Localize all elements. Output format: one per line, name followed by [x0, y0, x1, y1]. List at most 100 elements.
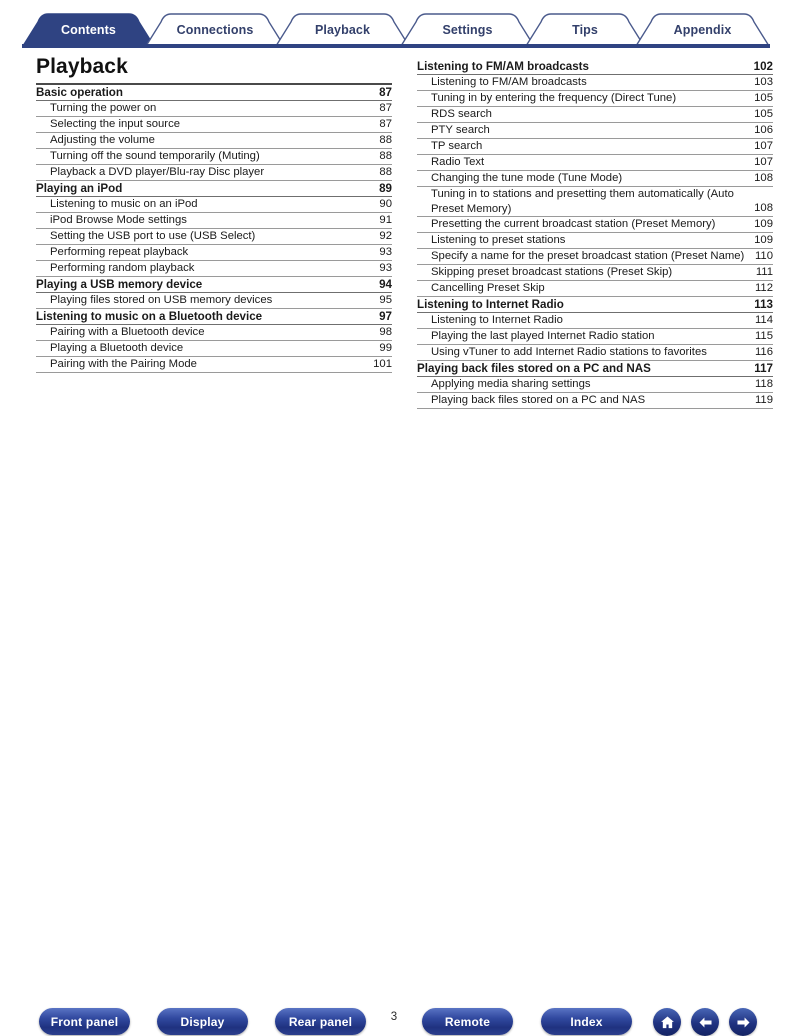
tab-shape	[275, 13, 410, 46]
toc-entry-page: 88	[379, 150, 392, 162]
footer-button-remote[interactable]: Remote	[422, 1008, 513, 1035]
toc-section-row[interactable]: Playing back files stored on a PC and NA…	[417, 361, 773, 377]
footer-button-display[interactable]: Display	[157, 1008, 248, 1035]
footer-button-label: Display	[180, 1014, 225, 1029]
toc-entry-row[interactable]: Tuning in to stations and presetting the…	[417, 187, 773, 217]
toc-entry-page: 91	[379, 214, 392, 226]
home-icon[interactable]	[653, 1008, 681, 1036]
toc-section-row[interactable]: Playing an iPod 89	[36, 181, 392, 197]
toc-entry-row[interactable]: Turning the power on 87	[36, 101, 392, 117]
toc-entry-row[interactable]: Playing the last played Internet Radio s…	[417, 329, 773, 345]
toc-entry-row[interactable]: Applying media sharing settings 118	[417, 377, 773, 393]
toc-entry-row[interactable]: Radio Text 107	[417, 155, 773, 171]
toc-section-row[interactable]: Playing a USB memory device 94	[36, 277, 392, 293]
toc-entry-row[interactable]: Performing repeat playback 93	[36, 245, 392, 261]
toc-entry-title: Selecting the input source	[50, 118, 180, 130]
footer-button-index[interactable]: Index	[541, 1008, 632, 1035]
tab-appendix[interactable]: Appendix	[635, 13, 770, 46]
toc-entry-row[interactable]: Skipping preset broadcast stations (Pres…	[417, 265, 773, 281]
toc-entry-row[interactable]: TP search 107	[417, 139, 773, 155]
toc-entry-page: 108	[754, 172, 773, 184]
toc-entry-row[interactable]: Setting the USB port to use (USB Select)…	[36, 229, 392, 245]
toc-section-row[interactable]: Listening to music on a Bluetooth device…	[36, 309, 392, 325]
toc-entry-page: 105	[754, 108, 773, 120]
toc-entry-page: 117	[754, 362, 773, 375]
toc-entry-title: Listening to music on a Bluetooth device	[36, 310, 263, 323]
toc-entry-page: 99	[379, 342, 392, 354]
page-number: 3	[390, 1011, 398, 1023]
tab-tips[interactable]: Tips	[525, 13, 645, 46]
toc-column-left: Basic operation 87 Turning the power on 87 S…	[36, 85, 392, 373]
toc-entry-page: 109	[754, 234, 773, 246]
toc-entry-row[interactable]: Listening to Internet Radio 114	[417, 313, 773, 329]
toc-entry-row[interactable]: Pairing with the Pairing Mode 101	[36, 357, 392, 373]
toc-section-row[interactable]: Basic operation 87	[36, 85, 392, 101]
toc-entry-page: 105	[754, 92, 773, 104]
tab-connections[interactable]: Connections	[145, 13, 285, 46]
toc-entry-row[interactable]: Presetting the current broadcast station…	[417, 217, 773, 233]
toc-entry-row[interactable]: Cancelling Preset Skip 112	[417, 281, 773, 297]
tab-playback[interactable]: Playback	[275, 13, 410, 46]
toc-entry-title: Adjusting the volume	[50, 134, 155, 146]
arrow-left-icon[interactable]	[691, 1008, 719, 1036]
toc-entry-page: 98	[379, 326, 392, 338]
toc-entry-row[interactable]: Using vTuner to add Internet Radio stati…	[417, 345, 773, 361]
toc-entry-row[interactable]: Listening to FM/AM broadcasts 103	[417, 75, 773, 91]
toc-entry-row[interactable]: PTY search 106	[417, 123, 773, 139]
toc-entry-page: 92	[379, 230, 392, 242]
toc-entry-page: 113	[754, 298, 773, 311]
tab-settings[interactable]: Settings	[400, 13, 535, 46]
toc-entry-title: Pairing with the Pairing Mode	[50, 358, 197, 370]
toc-entry-title: RDS search	[431, 108, 492, 120]
toc-entry-title: Specify a name for the preset broadcast …	[431, 250, 745, 262]
toc-entry-row[interactable]: Adjusting the volume 88	[36, 133, 392, 149]
toc-entry-row[interactable]: Listening to preset stations 109	[417, 233, 773, 249]
toc-entry-row[interactable]: Tuning in by entering the frequency (Dir…	[417, 91, 773, 107]
toc-entry-row[interactable]: Performing random playback 93	[36, 261, 392, 277]
toc-entry-page: 87	[379, 102, 392, 114]
toc-entry-title: Basic operation	[36, 86, 123, 99]
toc-entry-row[interactable]: Playing files stored on USB memory devic…	[36, 293, 392, 309]
toc-entry-row[interactable]: Pairing with a Bluetooth device 98	[36, 325, 392, 341]
toc-entry-row[interactable]: RDS search 105	[417, 107, 773, 123]
tab-bar: Contents Connections Playback Settings Tips A…	[0, 0, 791, 50]
footer-button-rear-panel[interactable]: Rear panel	[275, 1008, 366, 1035]
tab-contents[interactable]: Contents	[22, 13, 155, 46]
toc-entry-page: 114	[754, 314, 773, 326]
toc-entry-row[interactable]: Turning off the sound temporarily (Mutin…	[36, 149, 392, 165]
toc-entry-row[interactable]: Selecting the input source 87	[36, 117, 392, 133]
tab-shape	[400, 13, 535, 46]
toc-entry-page: 88	[379, 166, 392, 178]
toc-entry-title: Playing the last played Internet Radio s…	[431, 330, 655, 342]
toc-entry-page: 87	[379, 118, 392, 130]
toc-entry-row[interactable]: Listening to music on an iPod 90	[36, 197, 392, 213]
toc-entry-page: 87	[379, 86, 392, 99]
toc-entry-page: 94	[379, 278, 392, 291]
toc-entry-row[interactable]: Playing back files stored on a PC and NA…	[417, 393, 773, 409]
arrow-right-icon[interactable]	[729, 1008, 757, 1036]
toc-section-row[interactable]: Listening to Internet Radio 113	[417, 297, 773, 313]
footer-button-label: Index	[570, 1014, 603, 1029]
tab-strip: Contents Connections Playback Settings Tips A…	[22, 13, 770, 46]
footer-button-front-panel[interactable]: Front panel	[39, 1008, 130, 1035]
footer-button-label: Front panel	[50, 1014, 119, 1029]
toc-entry-title: Listening to music on an iPod	[50, 198, 198, 210]
footer-navigation: 3 Front panel Display Rear panel Remote Inde…	[0, 499, 791, 1036]
toc-entry-row[interactable]: Changing the tune mode (Tune Mode) 108	[417, 171, 773, 187]
toc-entry-row[interactable]: Playing a Bluetooth device 99	[36, 341, 392, 357]
toc-section-row[interactable]: Listening to FM/AM broadcasts 102	[417, 59, 773, 75]
toc-entry-row[interactable]: Specify a name for the preset broadcast …	[417, 249, 773, 265]
tab-shape	[22, 13, 155, 46]
toc-entry-page: 89	[379, 182, 392, 195]
toc-entry-page: 108	[754, 202, 773, 214]
toc-entry-page: 106	[754, 124, 773, 136]
toc-entry-page: 107	[754, 140, 773, 152]
toc-entry-row[interactable]: iPod Browse Mode settings 91	[36, 213, 392, 229]
toc-entry-title: Listening to Internet Radio	[417, 298, 564, 311]
toc-entry-row[interactable]: Playback a DVD player/Blu-ray Disc playe…	[36, 165, 392, 181]
toc-entry-title: Pairing with a Bluetooth device	[50, 326, 205, 338]
toc-entry-title: Tuning in to stations and presetting the…	[431, 188, 734, 215]
page-title: Playback	[36, 55, 128, 78]
toc-entry-page: 93	[379, 246, 392, 258]
toc-entry-page: 119	[754, 394, 773, 406]
